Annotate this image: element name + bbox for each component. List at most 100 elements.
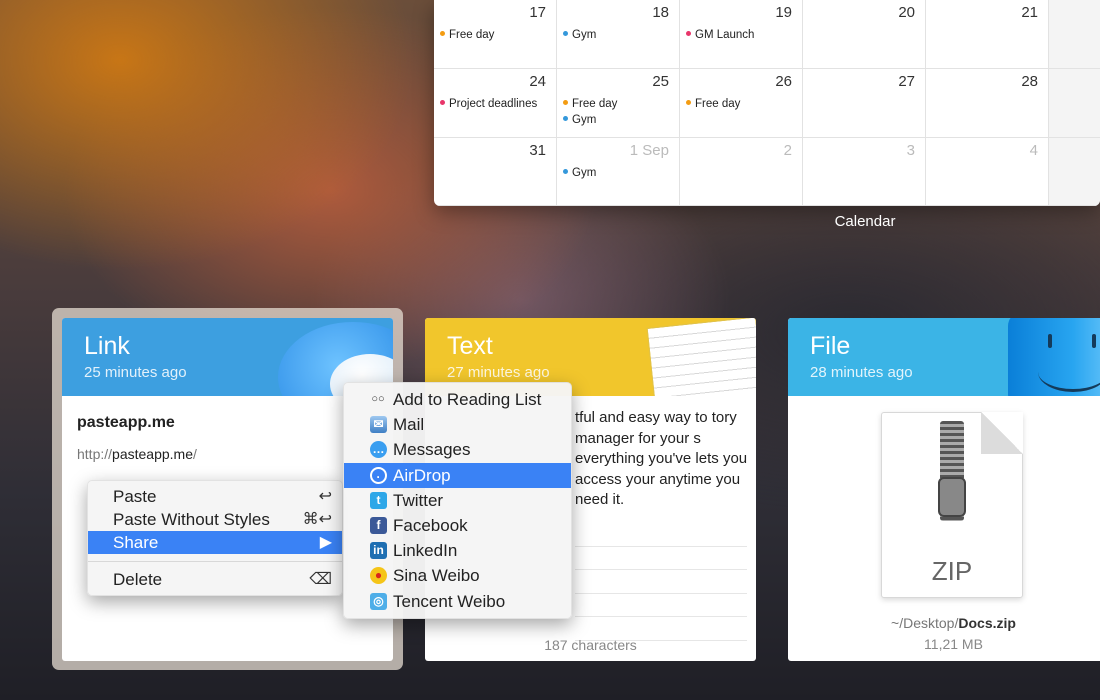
calendar-event[interactable]: Gym — [563, 112, 617, 128]
calendar-day-cell[interactable]: 18 Gym — [557, 0, 680, 69]
character-count: 187 characters — [544, 637, 637, 653]
calendar-caption: Calendar — [834, 213, 896, 230]
share-item-messages[interactable]: … Messages — [344, 437, 571, 462]
calendar-day-cell[interactable]: 21 — [926, 0, 1049, 69]
share-item-label: Tencent Weibo — [393, 591, 506, 611]
event-dot-icon — [563, 31, 568, 36]
card-timestamp: 28 minutes ago — [810, 364, 913, 381]
share-item-airdrop[interactable]: · AirDrop — [344, 462, 571, 488]
calendar-date: 1 Sep — [629, 142, 669, 159]
calendar-day-cell[interactable]: 1 Sep Gym — [557, 138, 680, 206]
file-card-header: File 28 minutes ago — [788, 318, 1100, 396]
calendar-date: 26 — [775, 73, 792, 90]
calendar-day-cell[interactable] — [1049, 0, 1100, 69]
menu-item-paste[interactable]: Paste ↩ — [88, 485, 342, 508]
share-item-facebook[interactable]: f Facebook — [344, 513, 571, 538]
calendar-event[interactable]: Free day — [563, 96, 617, 112]
share-item-linkedin[interactable]: in LinkedIn — [344, 538, 571, 563]
calendar-day-cell[interactable]: 20 — [803, 0, 926, 69]
command-return-icon: ⌘↩ — [302, 511, 332, 528]
share-item-label: Facebook — [393, 515, 468, 535]
card-title: Link — [84, 332, 130, 360]
calendar-day-cell[interactable]: 31 — [434, 138, 557, 206]
calendar-day-cell[interactable]: 2 — [680, 138, 803, 206]
calendar-day-cell[interactable]: 27 — [803, 69, 926, 138]
calendar-date: 18 — [652, 4, 669, 21]
url-domain: pasteapp.me — [112, 446, 193, 462]
menu-item-delete[interactable]: Delete ⌫ — [88, 568, 342, 591]
menu-item-paste-without-styles[interactable]: Paste Without Styles ⌘↩ — [88, 508, 342, 531]
calendar-date: 24 — [529, 73, 546, 90]
link-name: pasteapp.me — [77, 414, 175, 431]
return-key-icon: ↩ — [318, 488, 332, 505]
calendar-event[interactable]: Free day — [686, 96, 740, 112]
share-item-tencent-weibo[interactable]: ◎ Tencent Weibo — [344, 589, 571, 614]
menu-separator — [88, 561, 342, 562]
sina-weibo-icon: ● — [370, 567, 387, 585]
calendar-date: 17 — [529, 4, 546, 21]
linkedin-icon: in — [370, 542, 387, 560]
calendar-date: 3 — [906, 142, 915, 159]
share-item-label: LinkedIn — [393, 541, 458, 561]
url-prefix: http:// — [77, 446, 113, 462]
calendar-day-cell[interactable]: 26 Free day — [680, 69, 803, 138]
event-dot-icon — [686, 100, 691, 105]
calendar-date: 21 — [1021, 4, 1038, 21]
card-title: Text — [447, 332, 493, 360]
link-url: http://pasteapp.me/ — [77, 446, 197, 462]
calendar-event[interactable]: Project deadlines — [440, 96, 537, 112]
mail-icon: ✉ — [370, 416, 387, 434]
menu-item-label: Delete — [113, 570, 163, 589]
share-item-label: Add to Reading List — [393, 390, 542, 409]
event-label: Gym — [572, 29, 597, 41]
messages-icon: … — [370, 441, 387, 459]
calendar-day-cell[interactable]: 28 — [926, 69, 1049, 138]
calendar-date: 2 — [783, 142, 792, 159]
event-label: Gym — [572, 114, 597, 126]
event-label: GM Launch — [695, 29, 755, 41]
card-timestamp: 27 minutes ago — [447, 364, 550, 381]
share-item-reading-list[interactable]: ○○ Add to Reading List — [344, 387, 571, 412]
calendar-day-cell[interactable] — [1049, 69, 1100, 138]
path-prefix: ~/Desktop/ — [891, 615, 959, 631]
calendar-day-cell[interactable]: 3 — [803, 138, 926, 206]
calendar-day-cell[interactable]: 19 GM Launch — [680, 0, 803, 69]
context-menu: Paste ↩ Paste Without Styles ⌘↩ Share ▶ … — [87, 480, 343, 596]
zip-file-icon: ZIP — [881, 412, 1023, 598]
zip-icon-label: ZIP — [931, 556, 973, 586]
event-dot-icon — [440, 31, 445, 36]
share-item-mail[interactable]: ✉ Mail — [344, 412, 571, 437]
file-card[interactable]: File 28 minutes ago ZIP ~/Desktop/Docs.z… — [788, 318, 1100, 661]
calendar-day-cell[interactable]: 25 Free day Gym — [557, 69, 680, 138]
share-item-sina-weibo[interactable]: ● Sina Weibo — [344, 563, 571, 588]
calendar-event[interactable]: Gym — [563, 165, 596, 181]
event-dot-icon — [563, 169, 568, 174]
calendar-day-cell[interactable]: 24 Project deadlines — [434, 69, 557, 138]
menu-item-label: Paste Without Styles — [113, 510, 270, 529]
airdrop-icon: · — [370, 466, 387, 484]
tencent-weibo-icon: ◎ — [370, 592, 387, 610]
card-title: File — [810, 332, 851, 360]
event-label: Project deadlines — [449, 98, 538, 110]
menu-item-share[interactable]: Share ▶ — [88, 531, 342, 554]
calendar-date: 27 — [898, 73, 915, 90]
calendar-event[interactable]: GM Launch — [686, 27, 754, 43]
calendar-event[interactable]: Free day — [440, 27, 494, 43]
share-item-label: Sina Weibo — [393, 566, 480, 586]
share-item-label: Twitter — [393, 490, 444, 510]
finder-icon — [1008, 318, 1100, 396]
reading-list-icon: ○○ — [371, 393, 385, 405]
file-name: Docs.zip — [958, 615, 1016, 631]
notepad-icon — [646, 318, 756, 396]
calendar-event[interactable]: Gym — [563, 27, 596, 43]
calendar-date: 25 — [652, 73, 669, 90]
calendar-day-cell[interactable]: 4 — [926, 138, 1049, 206]
share-item-twitter[interactable]: t Twitter — [344, 488, 571, 513]
url-suffix: / — [192, 446, 197, 462]
calendar-date: 19 — [775, 4, 792, 21]
calendar-date: 31 — [529, 142, 546, 159]
calendar-day-cell[interactable] — [1049, 138, 1100, 206]
menu-item-label: Share — [113, 533, 159, 552]
file-size: 11,21 MB — [924, 636, 983, 652]
calendar-day-cell[interactable]: 17 Free day — [434, 0, 557, 69]
